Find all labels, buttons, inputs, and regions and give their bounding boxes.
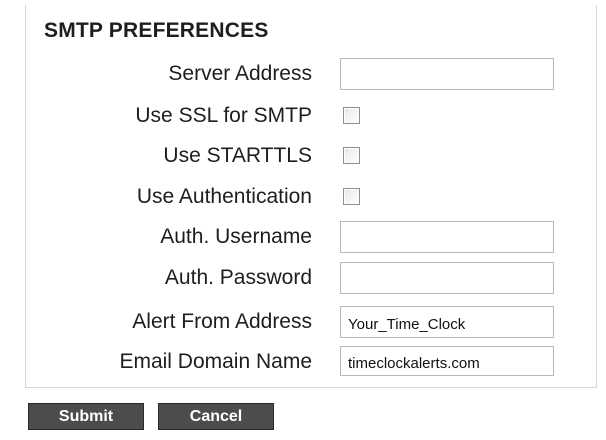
auth-password-input[interactable] [340,262,554,294]
auth-password-label: Auth. Password [164,266,312,289]
alert-from-address-input[interactable] [340,306,554,338]
use-ssl-checkbox[interactable] [343,107,360,124]
section-title: SMTP PREFERENCES [44,19,269,42]
use-authentication-row: Use Authentication [26,178,595,216]
email-domain-name-row: Email Domain Name [26,343,595,381]
submit-button[interactable]: Submit [28,403,144,430]
auth-username-row: Auth. Username [26,218,595,256]
alert-from-address-label: Alert From Address [132,310,312,333]
use-ssl-row: Use SSL for SMTP [26,97,595,135]
email-domain-name-input[interactable] [340,346,554,376]
use-starttls-label: Use STARTTLS [163,144,312,167]
alert-from-address-row: Alert From Address [26,303,595,341]
server-address-row: Server Address [26,55,595,93]
email-domain-name-label: Email Domain Name [119,350,312,373]
smtp-preferences-page: SMTP PREFERENCES Server Address Use SSL … [0,0,606,440]
auth-password-row: Auth. Password [26,259,595,297]
auth-username-input[interactable] [340,221,554,253]
cancel-button[interactable]: Cancel [158,403,274,430]
server-address-input[interactable] [340,58,554,90]
auth-username-label: Auth. Username [160,225,312,248]
server-address-label: Server Address [168,62,312,85]
use-authentication-checkbox[interactable] [343,188,360,205]
use-ssl-label: Use SSL for SMTP [135,104,312,127]
use-starttls-checkbox[interactable] [343,147,360,164]
use-authentication-label: Use Authentication [136,185,312,208]
use-starttls-row: Use STARTTLS [26,137,595,175]
